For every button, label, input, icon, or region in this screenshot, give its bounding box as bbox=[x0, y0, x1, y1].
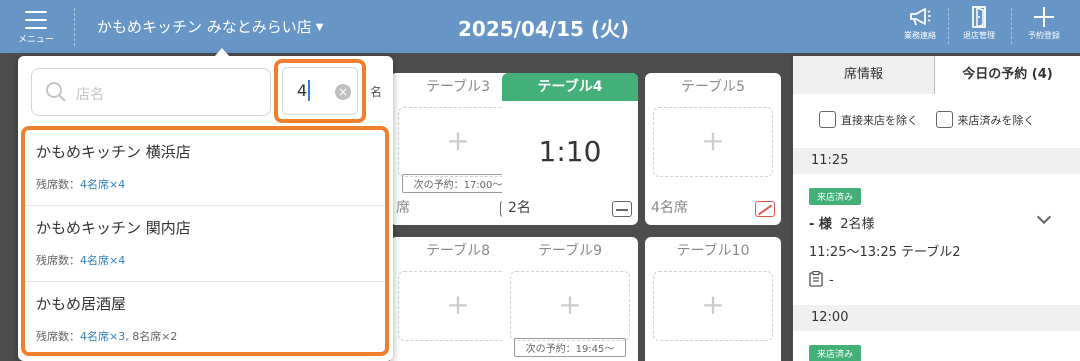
filter-label: 来店済みを除く bbox=[957, 114, 1035, 127]
people-count-highlight: 4 × bbox=[274, 59, 366, 123]
memo-text: - bbox=[829, 273, 834, 288]
table-name: テーブル9 bbox=[537, 243, 603, 259]
guest-name: - 様 bbox=[809, 217, 832, 232]
tab-seat-info[interactable]: 席情報 bbox=[793, 56, 935, 94]
filter-visited[interactable]: 来店済みを除く bbox=[935, 111, 1035, 128]
store-selector[interactable]: かもめキッチン みなとみらい店 ▼ bbox=[97, 16, 323, 37]
add-plus-icon[interactable]: + bbox=[398, 107, 518, 177]
no-smoking-seat-icon bbox=[755, 201, 775, 217]
notice-label: 業務連絡 bbox=[904, 31, 936, 40]
reservation-guest[interactable]: - 様 2名様 bbox=[809, 213, 874, 232]
header-divider bbox=[74, 8, 75, 46]
store-search-dropdown: 店名 4 × 名 かもめキッチン 横浜店 残席数：4名席×4 かもめキッチン 関… bbox=[18, 48, 393, 361]
filter-row: 直接来店を除く 来店済みを除く bbox=[819, 111, 1035, 128]
table-name: テーブル5 bbox=[680, 79, 746, 95]
store-result-seats: 残席数：4名席×4 bbox=[36, 176, 125, 192]
seats-label: 残席数： bbox=[36, 254, 80, 267]
table-name: テーブル4 bbox=[502, 73, 638, 101]
table-card-9[interactable]: テーブル9 + 次の予約：19:45〜 bbox=[502, 237, 638, 361]
store-search-input[interactable]: 店名 bbox=[31, 68, 271, 116]
new-reservation-label: 予約登録 bbox=[1028, 31, 1060, 40]
add-plus-icon[interactable]: + bbox=[510, 271, 630, 341]
table-name: テーブル10 bbox=[676, 243, 750, 259]
seats-highlight: 4名席×3 bbox=[80, 330, 126, 343]
store-name: かもめキッチン みなとみらい店 bbox=[97, 18, 312, 36]
store-result-item[interactable]: かもめ居酒屋 残席数：4名席×3, 8名席×2 bbox=[25, 282, 385, 352]
notice-button[interactable]: 業務連絡 bbox=[897, 6, 943, 41]
status-badge: 来店済み bbox=[809, 345, 862, 361]
header-divider bbox=[1011, 8, 1012, 44]
search-icon bbox=[46, 82, 66, 102]
store-result-name: かもめキッチン 関内店 bbox=[36, 219, 191, 237]
store-result-name: かもめキッチン 横浜店 bbox=[36, 143, 191, 161]
add-plus-icon[interactable]: + bbox=[398, 271, 518, 341]
store-result-seats: 残席数：4名席×3, 8名席×2 bbox=[36, 328, 177, 344]
next-reservation: 次の予約：17:00〜 bbox=[402, 174, 514, 193]
seats-extra: , 8名席×2 bbox=[125, 330, 178, 343]
new-reservation-button[interactable]: 予約登録 bbox=[1021, 6, 1067, 41]
next-reservation: 次の予約：19:45〜 bbox=[514, 338, 626, 357]
plus-icon bbox=[1034, 7, 1054, 27]
time-slot-header: 12:00 bbox=[793, 305, 1080, 331]
seat-icon bbox=[612, 201, 632, 217]
menu-label: メニュー bbox=[17, 35, 54, 45]
search-placeholder: 店名 bbox=[76, 87, 104, 103]
memo-icon bbox=[809, 270, 823, 287]
table-card-5[interactable]: テーブル5 + 4名席 bbox=[645, 73, 781, 225]
text-cursor bbox=[308, 80, 310, 101]
exit-management-button[interactable]: 退店管理 bbox=[956, 6, 1002, 41]
reservation-memo: - bbox=[809, 270, 834, 288]
megaphone-icon bbox=[910, 8, 931, 26]
app-header: メニュー かもめキッチン みなとみらい店 ▼ 2025/04/15 (火) 業務連… bbox=[0, 0, 1080, 53]
exit-door-icon bbox=[972, 6, 986, 28]
store-result-name: かもめ居酒屋 bbox=[36, 295, 127, 313]
header-divider bbox=[948, 8, 949, 44]
status-badge: 来店済み bbox=[809, 188, 862, 205]
clear-icon[interactable]: × bbox=[335, 84, 351, 100]
add-plus-icon[interactable]: + bbox=[653, 107, 773, 177]
checkbox[interactable] bbox=[819, 111, 836, 128]
table-seat-label: 4名席 bbox=[651, 200, 688, 216]
reservation-panel: 席情報 今日の予約 (4) 直接来店を除く 来店済みを除く 11:25 来店済み… bbox=[793, 56, 1080, 361]
time-slot-header: 11:25 bbox=[793, 148, 1080, 174]
seats-highlight: 4名席×4 bbox=[80, 254, 126, 267]
elapsed-timer: 1:10 bbox=[538, 135, 602, 168]
seats-highlight: 4名席×4 bbox=[80, 178, 126, 191]
table-card-4[interactable]: テーブル4 1:10 2名 bbox=[502, 73, 638, 225]
store-result-seats: 残席数：4名席×4 bbox=[36, 252, 125, 268]
store-result-item[interactable]: かもめキッチン 関内店 残席数：4名席×4 bbox=[25, 206, 385, 282]
party-size: 2名様 bbox=[840, 217, 875, 232]
hamburger-icon bbox=[25, 11, 47, 29]
filter-label: 直接来店を除く bbox=[841, 114, 918, 127]
table-seat-label: 席 bbox=[396, 200, 410, 216]
add-plus-icon[interactable]: + bbox=[653, 271, 773, 341]
reservation-detail: 11:25〜13:25 テーブル2 bbox=[809, 245, 961, 260]
seats-label: 残席数： bbox=[36, 178, 80, 191]
panel-tabs: 席情報 今日の予約 (4) bbox=[793, 56, 1080, 95]
caret-down-icon: ▼ bbox=[315, 22, 324, 33]
filter-direct-walkin[interactable]: 直接来店を除く bbox=[819, 111, 918, 128]
people-unit-label: 名 bbox=[370, 85, 383, 99]
store-results-list: かもめキッチン 横浜店 残席数：4名席×4 かもめキッチン 関内店 残席数：4名… bbox=[21, 126, 389, 356]
table-card-10[interactable]: テーブル10 + bbox=[645, 237, 781, 361]
chevron-down-icon[interactable] bbox=[1036, 209, 1052, 225]
store-result-item[interactable]: かもめキッチン 横浜店 残席数：4名席×4 bbox=[25, 130, 385, 206]
checkbox[interactable] bbox=[935, 111, 953, 128]
people-count-value: 4 bbox=[297, 81, 308, 100]
table-party-size: 2名 bbox=[508, 200, 531, 216]
tab-today-reservations[interactable]: 今日の予約 (4) bbox=[935, 56, 1080, 95]
exit-management-label: 退店管理 bbox=[963, 31, 995, 40]
seats-label: 残席数： bbox=[36, 330, 80, 343]
menu-button[interactable]: メニュー bbox=[10, 8, 62, 48]
people-count-input[interactable]: 4 × bbox=[282, 67, 358, 115]
current-date: 2025/04/15 (火) bbox=[458, 17, 630, 41]
